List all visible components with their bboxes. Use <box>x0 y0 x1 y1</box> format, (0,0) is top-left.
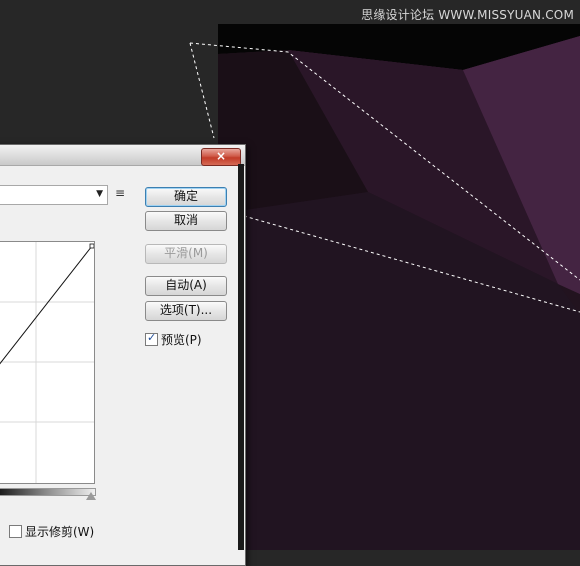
close-button[interactable]: × <box>201 148 241 166</box>
close-icon: × <box>215 149 227 163</box>
options-button[interactable]: 选项(T)... <box>145 301 227 321</box>
cancel-button[interactable]: 取消 <box>145 211 227 231</box>
white-point-slider[interactable] <box>86 492 96 500</box>
auto-button[interactable]: 自动(A) <box>145 276 227 296</box>
ok-button[interactable]: 确定 <box>145 187 227 207</box>
show-clipping-checkbox[interactable] <box>9 525 22 538</box>
output-gradient-bar <box>0 488 96 496</box>
curve-point[interactable] <box>89 243 94 249</box>
curve-grid <box>0 242 94 483</box>
dialog-titlebar[interactable]: × <box>0 145 245 166</box>
show-clipping-option[interactable]: 显示修剪(W) <box>9 523 94 540</box>
preview-checkbox[interactable] <box>145 331 158 346</box>
show-clipping-label: 显示修剪(W) <box>25 525 95 539</box>
curves-dialog: × ▼ ≡ 显示修剪(W) 确定 取消 平滑(M) 自动(A) 选项(T)...… <box>0 144 246 566</box>
curves-graph[interactable] <box>0 241 95 484</box>
chevron-down-icon: ▼ <box>96 189 103 199</box>
preview-label: 预览(P) <box>161 333 202 347</box>
preset-options-icon[interactable]: ≡ <box>115 186 125 200</box>
preset-dropdown[interactable]: ▼ <box>0 185 108 205</box>
dialog-edge-scrollbar <box>238 164 244 550</box>
smooth-button[interactable]: 平滑(M) <box>145 244 227 264</box>
preview-option[interactable]: 预览(P) <box>145 331 202 348</box>
